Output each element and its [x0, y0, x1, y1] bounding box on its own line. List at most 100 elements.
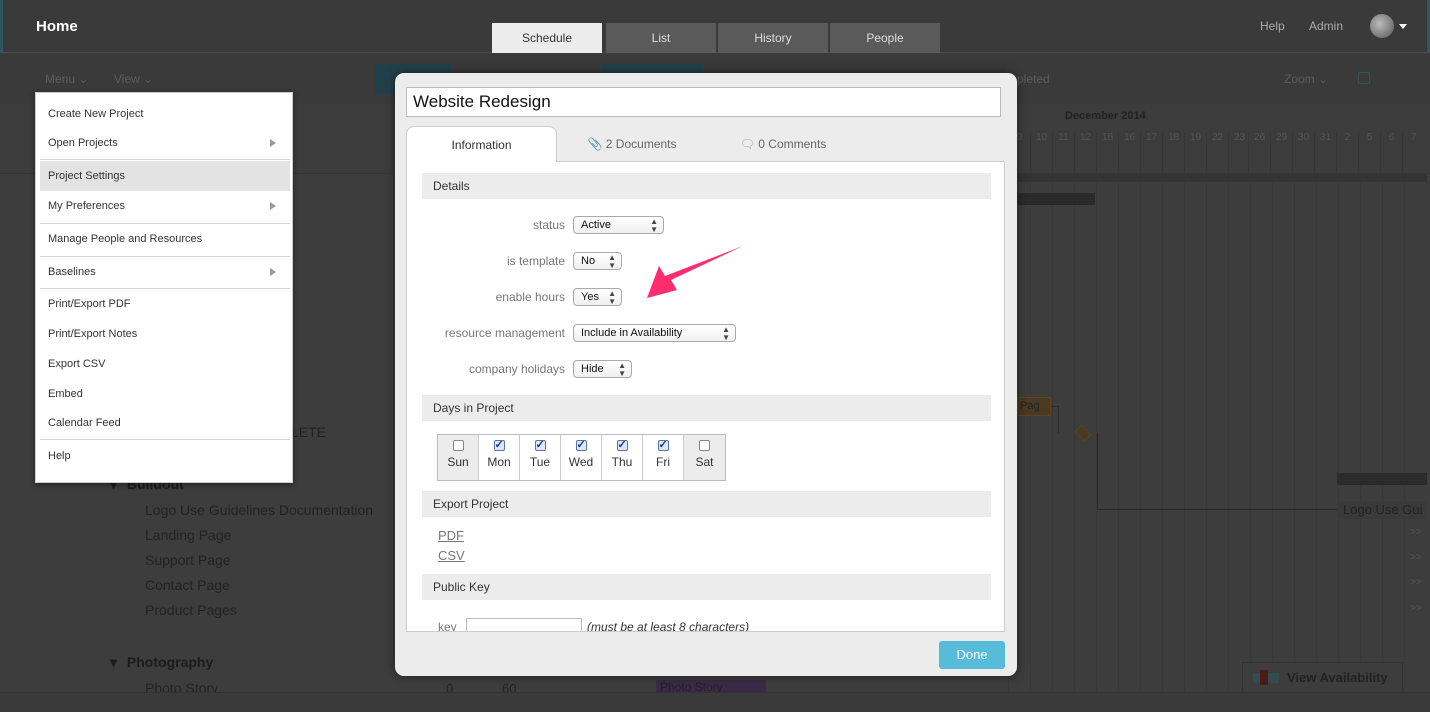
day-column-header: 30 — [1292, 132, 1314, 174]
menu-item-my-preferences[interactable]: My Preferences — [40, 191, 290, 221]
section-export-project: Export Project — [422, 491, 991, 517]
help-link[interactable]: Help — [1260, 19, 1285, 33]
more-arrow-icon[interactable]: >> — [1410, 552, 1422, 563]
tab-documents[interactable]: 📎 2 Documents — [582, 126, 682, 162]
day-fri[interactable]: ✓ Fri — [643, 435, 684, 480]
checkbox[interactable] — [699, 440, 710, 451]
grid-line — [1360, 182, 1361, 702]
view-button[interactable]: View ⌄ — [114, 72, 153, 86]
group-photography[interactable]: ▾ Photography — [110, 654, 213, 671]
export-pdf-link[interactable]: PDF — [438, 528, 464, 543]
avatar[interactable] — [1370, 14, 1394, 38]
gantt-summary-bar[interactable] — [1017, 193, 1095, 205]
task-item[interactable]: Support Page — [145, 552, 231, 568]
company-holidays-select[interactable]: Hide ▲ ▼ — [573, 360, 632, 378]
tab-comments[interactable]: 🗨 0 Comments — [732, 126, 834, 162]
resource-management-label: resource management — [444, 326, 565, 340]
menu-button[interactable]: Menu ⌄ — [45, 72, 88, 86]
home-link[interactable]: Home — [36, 18, 78, 35]
day-label: Fri — [656, 455, 670, 469]
enable-hours-label: enable hours — [495, 290, 565, 304]
task-item[interactable]: Product Pages — [145, 602, 237, 618]
milestone-diamond-icon[interactable] — [1074, 424, 1092, 442]
tab-information[interactable]: Information — [406, 126, 557, 162]
day-mon[interactable]: ✓ Mon — [479, 435, 520, 480]
updown-icon: ▲ ▼ — [618, 361, 626, 378]
menu-item-print-pdf[interactable]: Print/Export PDF — [40, 289, 290, 319]
public-key-input[interactable] — [466, 618, 582, 631]
export-csv-link[interactable]: CSV — [438, 548, 465, 563]
checkbox[interactable]: ✓ — [493, 440, 505, 451]
select-value: No — [581, 255, 596, 267]
done-button[interactable]: Done — [939, 641, 1005, 669]
checkbox[interactable]: ✓ — [534, 440, 546, 451]
updown-icon: ▲ ▼ — [650, 217, 658, 234]
tab-label: 2 Documents — [605, 137, 677, 151]
gantt-task-bar[interactable]: Pag — [1017, 397, 1051, 416]
comment-icon: 🗨 — [739, 137, 755, 151]
show-completed-label[interactable]: pleted — [1017, 72, 1050, 86]
menu-item-help[interactable]: Help — [40, 441, 290, 471]
checkbox[interactable] — [452, 440, 464, 451]
day-column-header: 7 — [1402, 132, 1424, 174]
admin-link[interactable]: Admin — [1309, 19, 1343, 33]
tab-schedule[interactable]: Schedule — [492, 23, 602, 53]
day-column-header: 6 — [1380, 132, 1402, 174]
menu-item-calendar-feed[interactable]: Calendar Feed — [40, 408, 290, 438]
more-arrow-icon[interactable]: >> — [1410, 527, 1422, 538]
task-item[interactable]: Contact Page — [145, 577, 230, 593]
menu-item-create-new-project[interactable]: Create New Project — [40, 99, 290, 129]
menu-item-export-csv[interactable]: Export CSV — [40, 349, 290, 379]
day-thu[interactable]: ✓ Thu — [602, 435, 643, 480]
gantt-summary-bar[interactable] — [1337, 473, 1427, 485]
submenu-arrow-icon — [270, 202, 276, 210]
tab-people[interactable]: People — [830, 23, 940, 53]
day-label: Thu — [611, 455, 633, 469]
tab-list[interactable]: List — [606, 23, 716, 53]
menu-item-manage-people[interactable]: Manage People and Resources — [40, 224, 290, 254]
grid-line — [1404, 182, 1405, 702]
day-label: Wed — [568, 455, 594, 469]
day-sun[interactable]: Sun — [438, 435, 479, 480]
day-column-header: 2 — [1336, 132, 1358, 174]
tab-history[interactable]: History — [718, 23, 828, 53]
status-select[interactable]: Active ▲ ▼ — [573, 216, 664, 234]
caret-down-icon[interactable] — [1399, 24, 1407, 29]
day-wed[interactable]: ✓ Wed — [561, 435, 602, 480]
dependency-line — [1097, 433, 1339, 510]
checkbox[interactable]: ✓ — [616, 440, 628, 451]
information-panel: Details status Active ▲ ▼ is template No ▲ ▼… — [406, 161, 1005, 632]
menu-item-baselines[interactable]: Baselines — [40, 257, 290, 287]
day-column-header: 29 — [1270, 132, 1292, 174]
checkbox[interactable]: ✓ — [575, 440, 587, 451]
color-swatch[interactable] — [1358, 72, 1370, 84]
gantt-task-bar[interactable]: Logo Use Gui — [1337, 501, 1427, 519]
view-availability-button[interactable]: View Availability — [1242, 662, 1403, 692]
grid-line — [1074, 182, 1075, 702]
section-details: Details — [422, 173, 991, 199]
is-template-select[interactable]: No ▲ ▼ — [573, 252, 622, 270]
resource-management-select[interactable]: Include in Availability ▲ ▼ — [573, 324, 736, 342]
day-column-header: 22 — [1206, 132, 1228, 174]
menu-item-label: Open Projects — [48, 137, 118, 149]
annotation-arrow-icon — [647, 246, 743, 298]
more-arrow-icon[interactable]: >> — [1410, 603, 1422, 614]
enable-hours-select[interactable]: Yes ▲ ▼ — [573, 288, 622, 306]
menu-item-embed[interactable]: Embed — [40, 379, 290, 409]
menu-item-print-notes[interactable]: Print/Export Notes — [40, 319, 290, 349]
menu-item-open-projects[interactable]: Open Projects — [40, 128, 290, 158]
day-column-header: 18 — [1162, 132, 1184, 174]
task-item[interactable]: Landing Page — [145, 527, 231, 543]
checkbox[interactable]: ✓ — [657, 440, 669, 451]
menu-divider — [40, 159, 290, 160]
day-tue[interactable]: ✓ Tue — [520, 435, 561, 480]
updown-icon: ▲ ▼ — [608, 253, 616, 270]
day-sat[interactable]: Sat — [684, 435, 725, 480]
more-arrow-icon[interactable]: >> — [1410, 577, 1422, 588]
menu-item-project-settings[interactable]: Project Settings — [40, 161, 290, 191]
project-title-input[interactable] — [406, 87, 1001, 117]
zoom-button[interactable]: Zoom ⌄ — [1284, 72, 1328, 86]
availability-icon-bar — [1260, 670, 1268, 685]
day-column-header: 11 — [1052, 132, 1074, 174]
task-item[interactable]: Logo Use Guidelines Documentation — [145, 502, 373, 518]
